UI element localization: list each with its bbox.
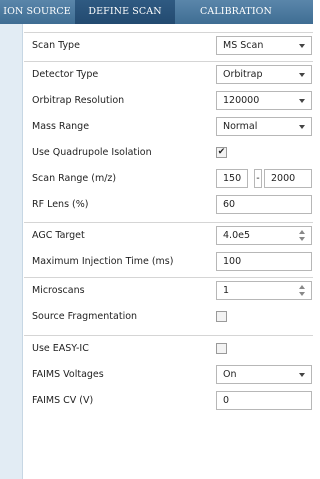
- scan-range-separator: -: [254, 169, 262, 188]
- source-fragmentation-label: Source Fragmentation: [32, 311, 138, 322]
- scan-range-label: Scan Range (m/z): [32, 173, 117, 184]
- mass-range-value: Normal: [223, 121, 258, 132]
- tab-calibration[interactable]: CALIBRATION: [190, 0, 282, 24]
- chevron-down-icon: [299, 125, 305, 129]
- scan-range-from-value: 150: [223, 173, 242, 184]
- detector-type-dropdown[interactable]: Orbitrap: [216, 65, 312, 84]
- scan-range-to-input[interactable]: 2000: [264, 169, 312, 188]
- detector-section: Detector Type Orbitrap Orbitrap Resoluti…: [24, 61, 313, 218]
- scan-range-row: Scan Range (m/z) 150 - 2000: [24, 166, 313, 192]
- max-injection-time-row: Maximum Injection Time (ms) 100: [24, 249, 313, 275]
- faims-cv-label: FAIMS CV (V): [32, 395, 94, 406]
- rf-lens-value: 60: [223, 199, 236, 210]
- source-fragmentation-row: Source Fragmentation: [24, 304, 313, 330]
- mass-range-row: Mass Range Normal: [24, 114, 313, 140]
- faims-voltages-label: FAIMS Voltages: [32, 369, 104, 380]
- scan-type-section: Scan Type MS Scan: [24, 32, 313, 59]
- quadrupole-isolation-row: Use Quadrupole Isolation ✔: [24, 140, 313, 166]
- rf-lens-label: RF Lens (%): [32, 199, 89, 210]
- faims-cv-value: 0: [223, 395, 230, 406]
- microscans-label: Microscans: [32, 285, 85, 296]
- chevron-down-icon: [299, 73, 305, 77]
- checkmark-icon: ✔: [217, 147, 226, 157]
- scan-type-row: Scan Type MS Scan: [24, 33, 313, 59]
- spinner-arrows-icon[interactable]: [298, 228, 306, 243]
- orbitrap-resolution-row: Orbitrap Resolution 120000: [24, 88, 313, 114]
- chevron-down-icon: [299, 99, 305, 103]
- left-panel-strip: [0, 24, 23, 479]
- rf-lens-input[interactable]: 60: [216, 195, 312, 214]
- quadrupole-isolation-checkbox[interactable]: ✔: [216, 147, 227, 158]
- agc-section: AGC Target 4.0e5 Maximum Injection Time …: [24, 222, 313, 275]
- detector-type-value: Orbitrap: [223, 69, 263, 80]
- chevron-down-icon: [299, 373, 305, 377]
- max-injection-time-input[interactable]: 100: [216, 252, 312, 271]
- agc-target-row: AGC Target 4.0e5: [24, 223, 313, 249]
- faims-voltages-value: On: [223, 369, 237, 380]
- microscans-section: Microscans 1 Source Fragmentation: [24, 277, 313, 330]
- mass-range-label: Mass Range: [32, 121, 90, 132]
- rf-lens-row: RF Lens (%) 60: [24, 192, 313, 218]
- faims-section: Use EASY-IC FAIMS Voltages On FAIMS CV (…: [24, 335, 313, 414]
- microscans-row: Microscans 1: [24, 278, 313, 304]
- faims-cv-row: FAIMS CV (V) 0: [24, 388, 313, 414]
- mass-range-dropdown[interactable]: Normal: [216, 117, 312, 136]
- faims-voltages-row: FAIMS Voltages On: [24, 362, 313, 388]
- microscans-spinner[interactable]: 1: [216, 281, 312, 300]
- tab-bar: ION SOURCE DEFINE SCAN CALIBRATION: [0, 0, 313, 24]
- easy-ic-label: Use EASY-IC: [32, 343, 89, 354]
- max-injection-time-value: 100: [223, 256, 242, 267]
- easy-ic-checkbox[interactable]: [216, 343, 227, 354]
- max-injection-time-label: Maximum Injection Time (ms): [32, 256, 174, 267]
- easy-ic-row: Use EASY-IC: [24, 336, 313, 362]
- microscans-value: 1: [223, 285, 230, 296]
- orbitrap-resolution-value: 120000: [223, 95, 260, 106]
- scan-type-dropdown[interactable]: MS Scan: [216, 36, 312, 55]
- chevron-down-icon: [299, 44, 305, 48]
- agc-target-spinner[interactable]: 4.0e5: [216, 226, 312, 245]
- tab-define-scan[interactable]: DEFINE SCAN: [75, 0, 175, 24]
- source-fragmentation-checkbox[interactable]: [216, 311, 227, 322]
- scan-type-label: Scan Type: [32, 40, 80, 51]
- agc-target-value: 4.0e5: [223, 230, 250, 241]
- detector-type-label: Detector Type: [32, 69, 99, 80]
- scan-range-from-input[interactable]: 150: [216, 169, 248, 188]
- quadrupole-isolation-label: Use Quadrupole Isolation: [32, 147, 152, 158]
- tab-ion-source[interactable]: ION SOURCE: [0, 0, 74, 24]
- detector-type-row: Detector Type Orbitrap: [24, 62, 313, 88]
- faims-voltages-dropdown[interactable]: On: [216, 365, 312, 384]
- spinner-arrows-icon[interactable]: [298, 283, 306, 298]
- orbitrap-resolution-dropdown[interactable]: 120000: [216, 91, 312, 110]
- scan-type-value: MS Scan: [223, 40, 264, 51]
- orbitrap-resolution-label: Orbitrap Resolution: [32, 95, 125, 106]
- scan-range-to-value: 2000: [271, 173, 296, 184]
- faims-cv-input[interactable]: 0: [216, 391, 312, 410]
- agc-target-label: AGC Target: [32, 230, 85, 241]
